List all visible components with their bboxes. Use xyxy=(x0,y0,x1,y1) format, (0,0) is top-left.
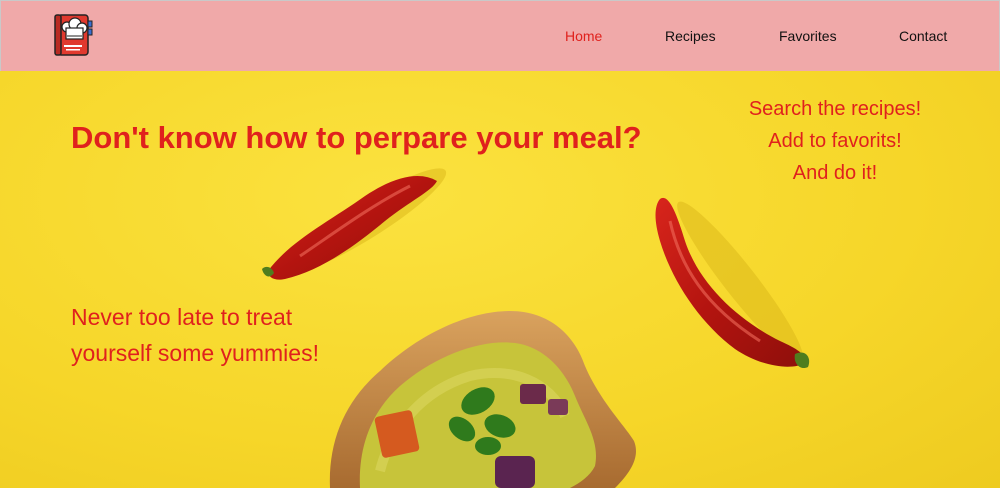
tagline-line-2: yourself some yummies! xyxy=(71,340,319,366)
hero-tagline: Never too late to treat yourself some yu… xyxy=(71,299,391,371)
hero-section: Don't know how to perpare your meal? Sea… xyxy=(0,71,1000,488)
chef-recipe-book-icon[interactable] xyxy=(54,13,94,59)
nav-recipes-link[interactable]: Recipes xyxy=(665,28,716,44)
hero-title: Don't know how to perpare your meal? xyxy=(71,120,642,155)
nav-home-link[interactable]: Home xyxy=(565,28,602,44)
nav-favorites-link[interactable]: Favorites xyxy=(779,28,837,44)
chili-pepper-left xyxy=(262,176,437,280)
navbar: Home Recipes Favorites Contact xyxy=(0,0,1000,71)
side-line-search: Search the recipes! xyxy=(748,98,922,120)
side-line-favorites: Add to favorits! xyxy=(768,130,902,152)
nav-contact-link[interactable]: Contact xyxy=(899,28,947,44)
tagline-line-1: Never too late to treat xyxy=(71,304,293,330)
side-line-do-it: And do it! xyxy=(792,162,878,184)
hero-side-text: Search the recipes! Add to favorits! And… xyxy=(735,93,935,189)
